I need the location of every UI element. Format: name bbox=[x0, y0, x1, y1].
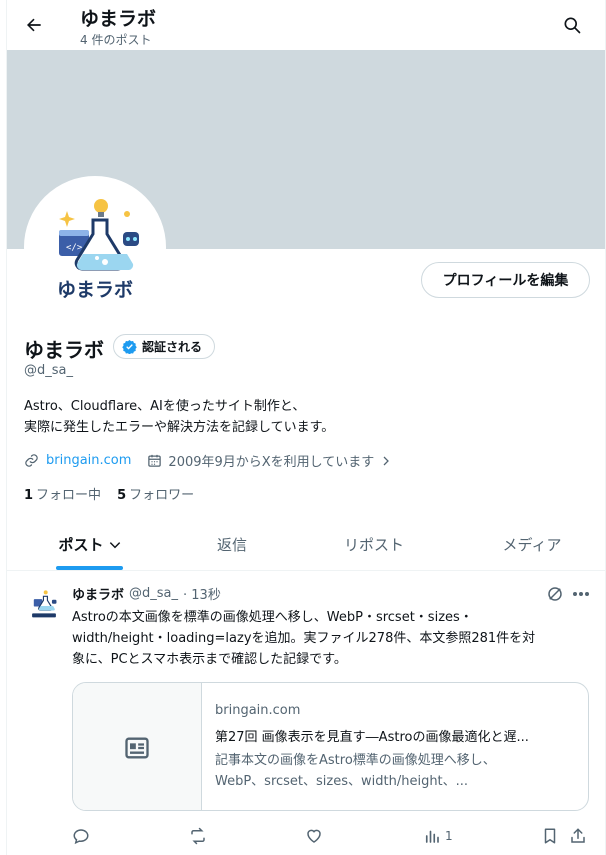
views-button[interactable]: 1 bbox=[423, 824, 453, 848]
profile-tabs: ポスト 返信 リポスト メディア bbox=[7, 518, 605, 571]
views-count: 1 bbox=[445, 829, 453, 843]
card-title: 第27回 画像表示を見直す―Astroの画像最適化と遅... bbox=[215, 730, 529, 745]
card-thumbnail bbox=[73, 683, 202, 810]
search-button[interactable] bbox=[557, 10, 587, 40]
heart-icon bbox=[307, 829, 321, 843]
verified-badge-icon bbox=[122, 339, 137, 354]
yumalabo-logo: </> ゆまラボ bbox=[57, 199, 139, 301]
post-count: 4 件のポスト bbox=[80, 33, 152, 47]
article-icon bbox=[125, 737, 149, 758]
reply-button[interactable] bbox=[72, 824, 90, 848]
following-label: フォロー中 bbox=[36, 488, 102, 503]
repost-icon bbox=[191, 827, 205, 845]
link-card[interactable]: bringain.com 第27回 画像表示を見直す―Astroの画像最適化と遅… bbox=[72, 682, 589, 811]
joined-date[interactable]: 2009年9月からXを利用しています bbox=[147, 451, 392, 470]
search-icon bbox=[564, 17, 581, 34]
follow-stats: 1 フォロー中 5 フォロワー bbox=[24, 484, 194, 503]
following-count: 1 bbox=[24, 488, 34, 503]
joined-label: 2009年9月からXを利用しています bbox=[168, 455, 375, 470]
post-text-line: Astroの本文画像を標準の画像処理へ移し、WebP・srcset・sizes・ bbox=[72, 610, 473, 625]
share-icon bbox=[571, 828, 585, 843]
post-text-line: width/height・loading=lazyを追加。実ファイル278件、本… bbox=[72, 631, 536, 646]
share-button[interactable] bbox=[569, 824, 587, 848]
post-text-line: 象に、PCとスマホ表示まで確認した記録です。 bbox=[72, 652, 347, 667]
profile-page: ゆまラボ 4 件のポスト </> ゆまラボ プロフィールを編集 ゆまラボ 認証さ… bbox=[6, 0, 606, 855]
grok-icon bbox=[548, 587, 562, 601]
profile-website-link[interactable]: bringain.com bbox=[46, 453, 131, 468]
chevron-down-icon bbox=[109, 541, 120, 548]
header-title: ゆまラボ bbox=[80, 8, 157, 30]
grok-button[interactable] bbox=[545, 584, 565, 604]
get-verified-button[interactable]: 認証される bbox=[113, 334, 216, 359]
tab-replies[interactable]: 返信 bbox=[173, 518, 291, 571]
post-actions: 1 bbox=[7, 824, 605, 848]
edit-profile-button[interactable]: プロフィールを編集 bbox=[421, 262, 590, 298]
yumalabo-logo-small bbox=[32, 590, 57, 618]
views-icon bbox=[425, 830, 439, 843]
followers-link[interactable]: 5 フォロワー bbox=[117, 484, 194, 503]
post-text: Astroの本文画像を標準の画像処理へ移し、WebP・srcset・sizes・… bbox=[72, 607, 587, 670]
back-arrow-icon bbox=[27, 18, 41, 32]
logo-text: ゆまラボ bbox=[57, 279, 133, 301]
bookmark-icon bbox=[544, 828, 556, 844]
profile-handle: @d_sa_ bbox=[24, 363, 73, 378]
bio-line: Astro、Cloudflare、AIを使ったサイト制作と、 bbox=[24, 399, 306, 414]
back-button[interactable] bbox=[19, 10, 49, 40]
profile-meta: bringain.com 2009年9月からXを利用しています bbox=[24, 451, 392, 470]
repost-button[interactable] bbox=[189, 824, 207, 848]
card-desc-line: 記事本文の画像をAstro標準の画像処理へ移し、 bbox=[215, 753, 496, 768]
more-button[interactable] bbox=[570, 584, 592, 604]
post-author-name[interactable]: ゆまラボ bbox=[72, 584, 124, 603]
top-bar: ゆまラボ 4 件のポスト bbox=[7, 0, 605, 50]
post-time[interactable]: · 13秒 bbox=[183, 584, 221, 603]
bookmark-button[interactable] bbox=[541, 824, 559, 848]
bio-line: 実際に発生したエラーや解決方法を記録しています。 bbox=[24, 420, 335, 435]
verified-label: 認証される bbox=[142, 340, 203, 354]
link-icon bbox=[25, 454, 38, 467]
card-domain: bringain.com bbox=[215, 703, 301, 718]
card-description: 記事本文の画像をAstro標準の画像処理へ移し、 WebP、srcset、siz… bbox=[215, 750, 575, 792]
following-link[interactable]: 1 フォロー中 bbox=[24, 484, 101, 503]
card-desc-line: WebP、srcset、sizes、width/height、... bbox=[215, 774, 469, 789]
card-body: bringain.com 第27回 画像表示を見直す―Astroの画像最適化と遅… bbox=[215, 703, 575, 792]
svg-text:</>: </> bbox=[66, 243, 83, 253]
profile-bio: Astro、Cloudflare、AIを使ったサイト制作と、 実際に発生したエラ… bbox=[24, 396, 334, 438]
tab-reposts[interactable]: リポスト bbox=[291, 518, 457, 571]
reply-icon bbox=[73, 829, 89, 845]
followers-label: フォロワー bbox=[129, 488, 195, 503]
more-icon bbox=[573, 592, 589, 596]
post-header: ゆまラボ @d_sa_ · 13秒 bbox=[72, 584, 221, 603]
followers-count: 5 bbox=[117, 488, 127, 503]
post-author-handle[interactable]: @d_sa_ bbox=[129, 586, 178, 601]
chevron-right-icon bbox=[383, 456, 390, 465]
tab-media[interactable]: メディア bbox=[457, 518, 605, 571]
tab-posts[interactable]: ポスト bbox=[7, 518, 173, 571]
like-button[interactable] bbox=[305, 824, 323, 848]
post-item[interactable]: ゆまラボ @d_sa_ · 13秒 Astroの本文画像を標準の画像処理へ移し、… bbox=[7, 572, 605, 855]
post-avatar[interactable] bbox=[24, 584, 64, 624]
profile-name: ゆまラボ bbox=[24, 338, 104, 362]
active-tab-indicator bbox=[56, 566, 123, 570]
tab-label: ポスト bbox=[58, 536, 104, 554]
calendar-icon bbox=[148, 454, 162, 467]
profile-avatar[interactable]: </> ゆまラボ bbox=[24, 176, 166, 318]
